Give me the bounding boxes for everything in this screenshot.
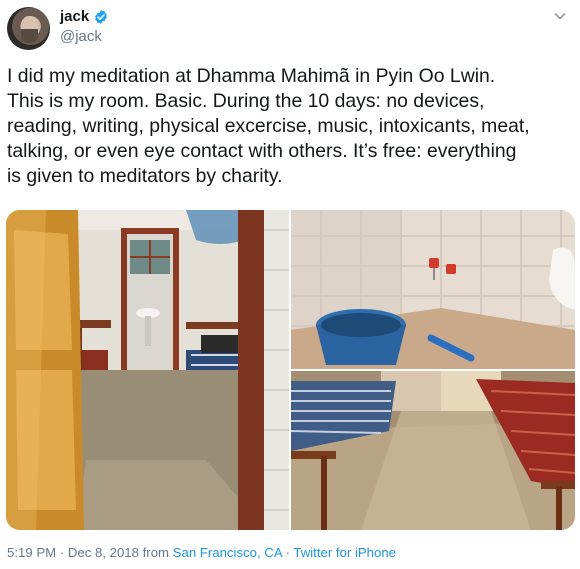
media-grid (6, 210, 575, 530)
photo-bathroom[interactable] (291, 210, 575, 369)
avatar[interactable] (7, 7, 50, 50)
meta-separator: · (56, 545, 68, 560)
photo-bathroom-image (291, 210, 575, 369)
photo-room-beds[interactable] (291, 371, 575, 530)
username-handle[interactable]: @jack (60, 28, 102, 45)
chevron-down-icon[interactable] (552, 8, 568, 24)
photo-room-door[interactable] (6, 210, 289, 530)
photo-room-beds-image (291, 371, 575, 530)
meta-from: from (138, 545, 173, 560)
tweet-line: This is my room. Basic. During the 10 da… (7, 90, 485, 112)
tweet-text: I did my meditation at Dhamma Mahimã in … (7, 64, 573, 189)
meta-separator: · (281, 545, 294, 560)
verified-badge-icon (95, 9, 108, 24)
location-link[interactable]: San Francisco, CA (173, 545, 282, 560)
tweet-line: is given to meditators by charity. (7, 165, 283, 187)
photo-room-door-image (6, 210, 289, 530)
display-name[interactable]: jack (60, 8, 89, 25)
source-link[interactable]: Twitter for iPhone (293, 545, 396, 560)
tweet-line: I did my meditation at Dhamma Mahimã in … (7, 65, 496, 87)
tweet-card: jack @jack I did my meditation at Dhamma… (0, 0, 580, 569)
avatar-beard (21, 29, 38, 43)
author-name-row[interactable]: jack (60, 8, 109, 25)
tweet-time[interactable]: 5:19 PM (7, 545, 56, 560)
tweet-line: talking, or even eye contact with others… (7, 140, 517, 162)
tweet-date[interactable]: Dec 8, 2018 (68, 545, 139, 560)
tweet-meta: 5:19 PM · Dec 8, 2018 from San Francisco… (7, 545, 396, 560)
tweet-line: reading, writing, physical excercise, mu… (7, 115, 530, 137)
